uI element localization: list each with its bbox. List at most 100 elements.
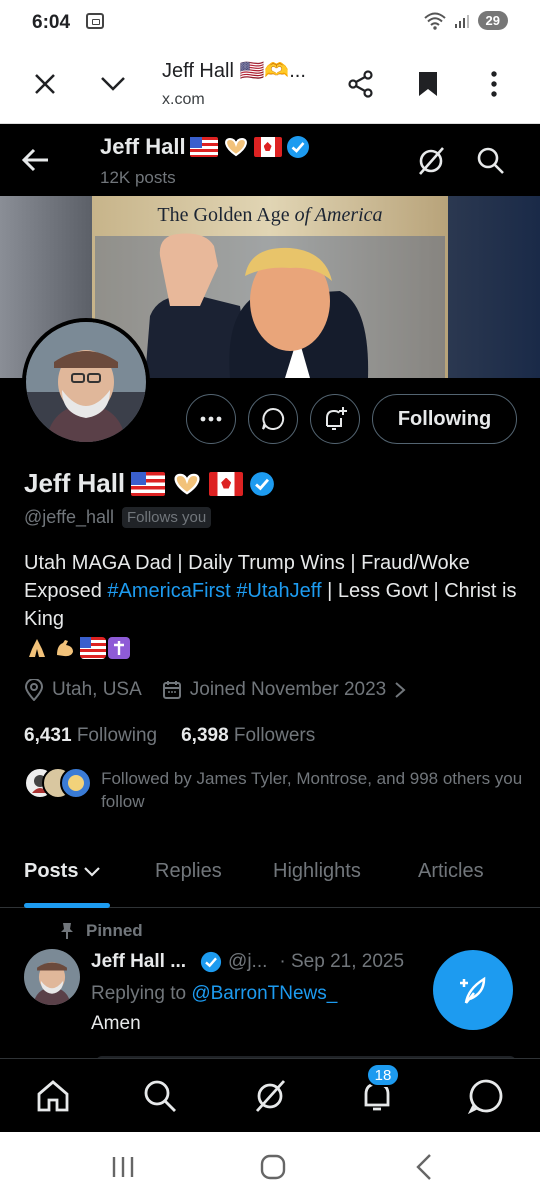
tab-posts-label: Posts [24, 860, 79, 882]
hashtag-link[interactable]: #AmericaFirst [107, 580, 230, 602]
home-button-icon[interactable] [258, 1152, 288, 1182]
chevron-down-icon [84, 867, 100, 877]
pinned-label: Pinned [60, 921, 143, 941]
share-button[interactable] [339, 62, 383, 106]
more-horizontal-icon [200, 416, 222, 422]
chevron-right-icon[interactable] [394, 681, 406, 699]
chevron-down-icon [101, 77, 125, 91]
x-profile-page: Jeff Hall 12K posts The Golden Age of Am… [0, 124, 540, 1132]
replying-to-handle[interactable]: @BarronTNews_ [191, 983, 337, 1004]
praying-hands-icon [24, 637, 50, 659]
more-options-button[interactable] [472, 62, 516, 106]
followed-by-text: Followed by James Tyler, Montrose, and 9… [101, 769, 523, 811]
browser-custom-tab-header: Jeff Hall 🇺🇸🫶... x.com [0, 44, 540, 124]
battery-indicator: 29 [477, 11, 508, 30]
following-count-link[interactable]: 6,431 Following [24, 725, 157, 747]
following-label: Following [76, 725, 158, 746]
avatar-image [24, 949, 80, 1005]
profile-tabs: Posts Replies Highlights Articles [0, 844, 540, 908]
tab-highlights[interactable]: Highlights [273, 860, 361, 883]
us-flag-icon [131, 471, 166, 496]
message-button[interactable] [248, 394, 298, 444]
us-flag-icon [80, 637, 106, 659]
search-icon[interactable] [141, 1077, 179, 1115]
posts-count: 12K posts [100, 168, 176, 187]
follows-you-badge: Follows you [122, 507, 212, 528]
tweet-author-handle: @j... [228, 951, 268, 972]
follow-counts: 6,431 Following 6,398 Followers [24, 725, 315, 747]
tab-url[interactable]: x.com [162, 91, 205, 109]
verified-badge-icon [200, 951, 222, 973]
tweet-date[interactable]: · Sep 21, 2025 [279, 951, 404, 973]
location-pin-icon [24, 679, 44, 701]
messages-icon[interactable] [467, 1077, 505, 1115]
avatar-image [26, 322, 146, 442]
search-icon[interactable] [474, 144, 508, 178]
bottom-nav: 18 [0, 1058, 540, 1132]
followers-count: 6,398 [181, 725, 229, 746]
tab-posts[interactable]: Posts [24, 860, 100, 883]
back-button-icon[interactable] [410, 1152, 440, 1182]
status-bar: 6:04 29 [0, 0, 540, 44]
tweet-author-name[interactable]: Jeff Hall ... [91, 951, 186, 973]
profile-top-nav: Jeff Hall 12K posts [0, 124, 540, 196]
grok-icon[interactable] [414, 144, 448, 178]
profile-bio: Utah MAGA Dad | Daily Trump Wins | Fraud… [24, 549, 524, 633]
heart-hands-icon [222, 137, 250, 157]
followed-by-row[interactable]: Followed by James Tyler, Montrose, and 9… [24, 767, 524, 813]
profile-avatar[interactable] [22, 318, 150, 446]
wifi-icon [423, 12, 446, 30]
verified-badge-icon [286, 136, 309, 158]
tab-page-title: Jeff Hall 🇺🇸🫶... [162, 60, 306, 82]
mutual-avatar [60, 767, 92, 799]
bookmark-button[interactable] [406, 62, 450, 106]
followers-label: Followers [233, 725, 316, 746]
latin-cross-icon [108, 637, 130, 659]
following-button[interactable]: Following [372, 394, 517, 444]
replying-prefix: Replying to [91, 983, 192, 1004]
bell-plus-icon [326, 407, 347, 430]
nav-name-text: Jeff Hall [100, 134, 186, 159]
nav-profile-name: Jeff Hall [100, 134, 310, 160]
tweet-text: Amen [91, 1013, 141, 1034]
location-text: Utah, USA [52, 679, 142, 700]
profile-name-text: Jeff Hall [24, 468, 126, 498]
notifications-badge: 18 [366, 1063, 400, 1087]
bookmark-icon [419, 72, 437, 96]
notifications-subscribe-button[interactable] [310, 394, 360, 444]
followers-count-link[interactable]: 6,398 Followers [181, 725, 315, 747]
back-arrow-icon[interactable] [20, 144, 52, 176]
more-actions-button[interactable] [186, 394, 236, 444]
recent-apps-icon[interactable] [108, 1152, 138, 1182]
following-count: 6,431 [24, 725, 72, 746]
system-navigation-bar [0, 1132, 540, 1200]
close-icon [35, 74, 55, 94]
compose-post-button[interactable] [433, 950, 513, 1030]
profile-handle: @jeffe_hall [24, 507, 114, 527]
bio-emoji-row [24, 637, 130, 659]
compose-feather-icon [460, 976, 486, 1004]
status-indicators: 29 [423, 11, 508, 30]
profile-meta: Utah, USA Joined November 2023 [24, 679, 406, 701]
share-icon [348, 70, 373, 98]
hashtag-link[interactable]: #UtahJeff [236, 580, 321, 602]
home-icon[interactable] [34, 1077, 72, 1115]
status-time: 6:04 [32, 12, 71, 33]
tab-replies[interactable]: Replies [155, 860, 222, 883]
handle-row: @jeffe_hall Follows you [24, 507, 212, 528]
close-tab-button[interactable] [23, 62, 67, 106]
pin-icon [61, 923, 73, 939]
joined-date: Joined November 2023 [189, 679, 387, 700]
verified-badge-icon[interactable] [249, 471, 275, 497]
heart-hands-icon [171, 472, 203, 496]
grok-icon[interactable] [251, 1077, 289, 1115]
minimize-tab-button[interactable] [91, 62, 135, 106]
tab-articles[interactable]: Articles [418, 860, 484, 883]
replying-to: Replying to @BarronTNews_ [91, 983, 337, 1005]
more-vertical-icon [491, 71, 497, 97]
tweet-author-avatar[interactable] [24, 949, 80, 1005]
calendar-icon [162, 681, 181, 699]
profile-name: Jeff Hall [24, 468, 275, 499]
signal-icon [454, 14, 469, 28]
flexed-biceps-icon [52, 637, 78, 659]
